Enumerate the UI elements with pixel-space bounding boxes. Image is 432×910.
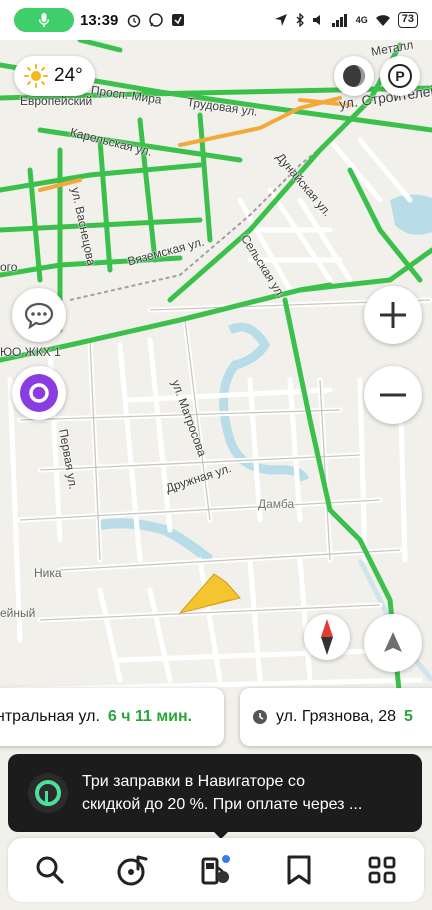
battery-icon: 73 bbox=[397, 12, 418, 28]
route-street: ул. Грязнова, 28 bbox=[276, 708, 396, 725]
ad-text-line: скидкой до 20 %. При оплате через ... bbox=[82, 796, 363, 813]
status-bar: 13:39 4G 73 bbox=[0, 0, 432, 40]
route-time: 6 ч 11 мин. bbox=[107, 708, 193, 725]
bluetooth-icon bbox=[296, 13, 304, 27]
map-label: Ника bbox=[34, 566, 62, 580]
route-card[interactable]: ул. Грязнова, 28 5 bbox=[240, 688, 432, 746]
grid-icon bbox=[368, 856, 396, 884]
whatsapp-icon bbox=[149, 13, 164, 27]
chat-icon bbox=[24, 302, 54, 329]
status-time: 13:39 bbox=[80, 11, 119, 29]
gas-station-logo-icon bbox=[28, 773, 68, 813]
plus-icon bbox=[380, 302, 406, 328]
music-button[interactable] bbox=[109, 846, 157, 894]
weather-temperature: 24° bbox=[54, 65, 83, 86]
sun-icon bbox=[24, 64, 48, 88]
alarm-icon bbox=[128, 14, 141, 28]
navigation-arrow-icon bbox=[384, 632, 402, 652]
layers-icon bbox=[343, 65, 365, 87]
ad-banner[interactable]: Три заправки в Навигаторе со скидкой до … bbox=[8, 754, 422, 832]
ad-text: Три заправки в Навигаторе со скидкой до … bbox=[82, 770, 362, 816]
map-label: Дамба bbox=[258, 497, 295, 511]
minus-icon bbox=[380, 393, 406, 397]
ad-text-line: Три заправки в Навигаторе со bbox=[82, 773, 305, 790]
search-button[interactable] bbox=[26, 846, 74, 894]
location-icon bbox=[274, 14, 287, 26]
compass-button[interactable] bbox=[304, 614, 350, 660]
map-label: ЮО ЖКХ 1 bbox=[0, 345, 61, 359]
compass-icon bbox=[321, 619, 333, 655]
network-type: 4G bbox=[355, 15, 368, 25]
navigator-screen: 13:39 4G 73 Просп. Мира Европейский Труд… bbox=[0, 0, 432, 910]
parking-button[interactable]: P bbox=[380, 56, 420, 96]
chat-button[interactable] bbox=[12, 288, 66, 342]
map-label: ого bbox=[0, 260, 18, 274]
music-icon bbox=[117, 855, 148, 886]
bottom-nav bbox=[8, 838, 424, 902]
bookmarks-button[interactable] bbox=[275, 846, 323, 894]
layers-button[interactable] bbox=[334, 56, 374, 96]
signal-icon bbox=[331, 14, 347, 27]
volume-icon bbox=[312, 15, 320, 25]
mic-icon[interactable] bbox=[14, 8, 74, 32]
navigate-button[interactable] bbox=[364, 614, 422, 672]
weather-widget[interactable]: 24° bbox=[14, 56, 95, 96]
parking-icon: P bbox=[388, 64, 412, 88]
clock-icon bbox=[253, 710, 267, 724]
route-card[interactable]: нтральная ул. 6 ч 11 мин. bbox=[0, 688, 224, 746]
bookmark-icon bbox=[287, 855, 311, 885]
zoom-in-button[interactable] bbox=[364, 286, 422, 344]
alice-icon bbox=[20, 374, 58, 412]
app-notification-icon bbox=[172, 14, 185, 26]
menu-button[interactable] bbox=[358, 846, 406, 894]
route-time: 5 bbox=[404, 708, 413, 725]
route-street: нтральная ул. bbox=[0, 708, 100, 725]
map-label: ейный bbox=[0, 606, 36, 620]
gas-station-icon bbox=[201, 855, 230, 885]
zoom-out-button[interactable] bbox=[364, 366, 422, 424]
alice-assistant-button[interactable] bbox=[12, 366, 66, 420]
gas-station-button[interactable] bbox=[192, 846, 240, 894]
wifi-icon bbox=[375, 15, 390, 26]
search-icon bbox=[36, 856, 64, 884]
map-label: Европейский bbox=[20, 94, 93, 108]
